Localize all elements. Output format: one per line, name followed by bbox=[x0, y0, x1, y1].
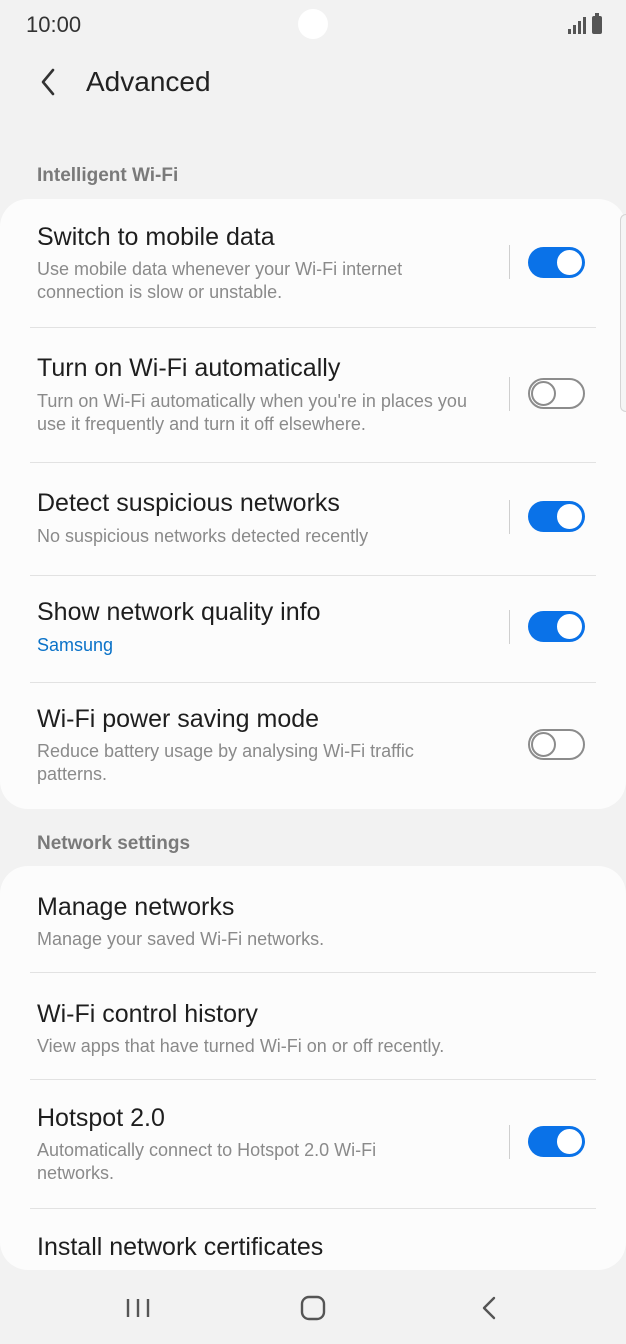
scroll-indicator[interactable] bbox=[620, 214, 626, 412]
intelligent-wifi-card: Switch to mobile data Use mobile data wh… bbox=[0, 199, 626, 809]
divider bbox=[509, 245, 510, 279]
turn-on-wifi-automatically-row[interactable]: Turn on Wi-Fi automatically Turn on Wi-F… bbox=[0, 328, 626, 462]
divider bbox=[509, 500, 510, 534]
row-subtitle: Automatically connect to Hotspot 2.0 Wi-… bbox=[37, 1140, 377, 1183]
recents-icon bbox=[126, 1299, 150, 1317]
navigation-bar bbox=[0, 1270, 626, 1344]
status-bar: 10:00 bbox=[0, 0, 626, 50]
wifi-power-saving-mode-row[interactable]: Wi-Fi power saving mode Reduce battery u… bbox=[0, 683, 626, 809]
front-camera bbox=[298, 9, 328, 39]
status-icons bbox=[568, 12, 602, 34]
row-title: Switch to mobile data bbox=[37, 223, 275, 251]
home-button[interactable] bbox=[293, 1290, 333, 1326]
row-subtitle: Manage your saved Wi-Fi networks. bbox=[37, 929, 325, 949]
battery-icon bbox=[592, 13, 602, 34]
section-header-network-settings: Network settings bbox=[37, 833, 191, 854]
row-subtitle: Reduce battery usage by analysing Wi-Fi … bbox=[37, 741, 414, 784]
show-network-quality-info-toggle[interactable] bbox=[528, 611, 585, 642]
hotspot-2-0-row[interactable]: Hotspot 2.0 Automatically connect to Hot… bbox=[0, 1080, 626, 1208]
switch-to-mobile-data-row[interactable]: Switch to mobile data Use mobile data wh… bbox=[0, 199, 626, 327]
app-bar: Advanced bbox=[0, 52, 626, 112]
detect-suspicious-networks-row[interactable]: Detect suspicious networks No suspicious… bbox=[0, 463, 626, 575]
row-title: Wi-Fi power saving mode bbox=[37, 705, 320, 733]
divider bbox=[509, 610, 510, 644]
home-icon bbox=[300, 1295, 326, 1321]
row-title: Hotspot 2.0 bbox=[37, 1104, 165, 1132]
row-title: Detect suspicious networks bbox=[37, 489, 340, 517]
manage-networks-row[interactable]: Manage networks Manage your saved Wi-Fi … bbox=[0, 866, 626, 972]
section-header-intelligent-wifi: Intelligent Wi-Fi bbox=[37, 165, 179, 186]
row-subtitle: Use mobile data whenever your Wi-Fi inte… bbox=[37, 259, 403, 302]
nav-back-button[interactable] bbox=[469, 1290, 509, 1326]
network-settings-card: Manage networks Manage your saved Wi-Fi … bbox=[0, 866, 626, 1270]
divider bbox=[509, 1125, 510, 1159]
row-subtitle: No suspicious networks detected recently bbox=[37, 526, 369, 546]
row-subtitle: View apps that have turned Wi-Fi on or o… bbox=[37, 1036, 445, 1056]
hotspot-2-0-toggle[interactable] bbox=[528, 1126, 585, 1157]
divider bbox=[509, 377, 510, 411]
signal-icon bbox=[568, 16, 586, 34]
turn-on-wifi-automatically-toggle[interactable] bbox=[528, 378, 585, 409]
row-title: Install network certificates bbox=[37, 1233, 324, 1261]
switch-to-mobile-data-toggle[interactable] bbox=[528, 247, 585, 278]
recents-button[interactable] bbox=[118, 1290, 158, 1326]
status-time: 10:00 bbox=[26, 12, 82, 37]
page-title: Advanced bbox=[86, 66, 211, 97]
show-network-quality-info-row[interactable]: Show network quality info Samsung bbox=[0, 576, 626, 682]
install-network-certificates-row[interactable]: Install network certificates bbox=[0, 1209, 626, 1270]
row-title: Wi-Fi control history bbox=[37, 1000, 258, 1028]
row-subtitle: Turn on Wi-Fi automatically when you're … bbox=[37, 391, 467, 434]
back-button[interactable] bbox=[28, 62, 68, 102]
row-title: Manage networks bbox=[37, 893, 235, 921]
row-subtitle: Samsung bbox=[37, 635, 114, 655]
wifi-power-saving-mode-toggle[interactable] bbox=[528, 729, 585, 760]
row-title: Turn on Wi-Fi automatically bbox=[37, 354, 341, 382]
wifi-control-history-row[interactable]: Wi-Fi control history View apps that hav… bbox=[0, 973, 626, 1079]
back-icon bbox=[482, 1296, 496, 1320]
chevron-left-icon bbox=[41, 68, 55, 96]
row-title: Show network quality info bbox=[37, 598, 321, 626]
detect-suspicious-networks-toggle[interactable] bbox=[528, 501, 585, 532]
